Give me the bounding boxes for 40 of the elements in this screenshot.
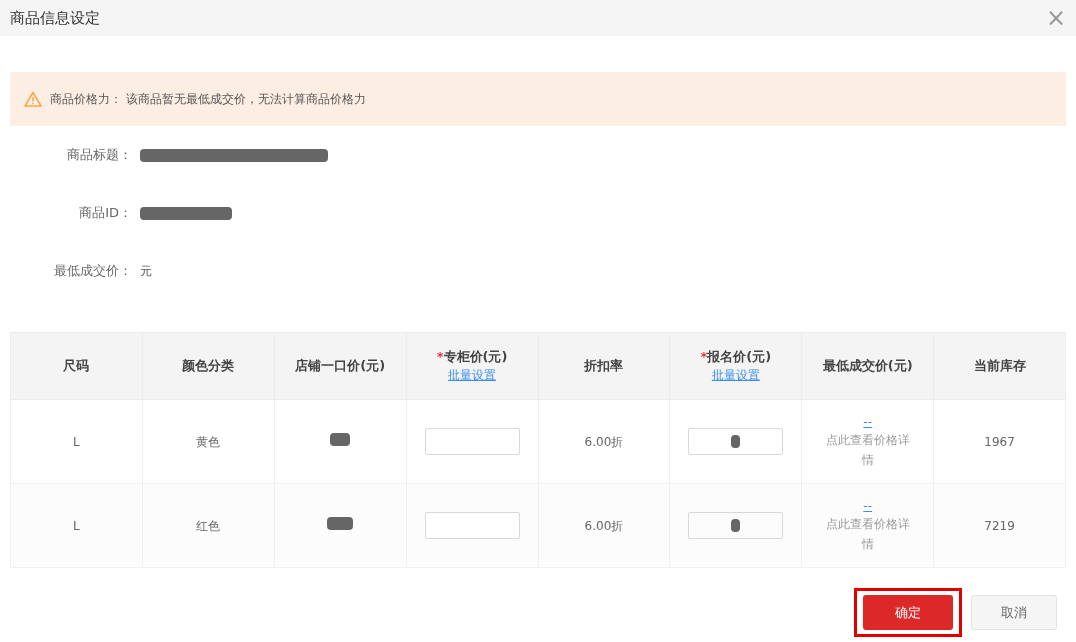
price-detail-hint: 点此查看价格详情: [824, 516, 911, 553]
table-cell-text: L: [73, 434, 80, 449]
column-title: *报名价(元): [700, 349, 772, 365]
field-value: 元: [140, 263, 152, 280]
price-link[interactable]: --: [863, 413, 872, 432]
batch-set-link[interactable]: 批量设置: [448, 368, 497, 382]
field-label: 最低成交价：: [53, 262, 132, 281]
table-cell-text: 1967: [984, 434, 1015, 449]
table-cell-text: L: [73, 518, 80, 533]
batch-set-link[interactable]: 批量设置: [711, 368, 760, 382]
dialog-title: 商品信息设定: [10, 7, 100, 29]
price-input[interactable]: [688, 428, 784, 455]
price-input[interactable]: [424, 512, 520, 539]
redacted-value: [327, 516, 354, 530]
redacted-value: [330, 432, 351, 446]
cancel-button[interactable]: 取消: [971, 595, 1057, 630]
column-title: 最低成交价(元): [822, 358, 913, 374]
table-cell-text: 6.00折: [584, 518, 624, 533]
field-label: 商品标题：: [66, 146, 132, 165]
column-title: 店铺一口价(元): [295, 358, 386, 374]
warning-icon: [24, 91, 42, 107]
close-button[interactable]: ×: [1045, 6, 1066, 30]
column-title: 折扣率: [584, 358, 624, 374]
price-input[interactable]: [424, 428, 520, 455]
warning-message: 商品价格力： 该商品暂无最低成交价，无法计算商品价格力: [50, 91, 366, 108]
price-link[interactable]: --: [863, 497, 872, 516]
confirm-button[interactable]: 确定: [863, 595, 953, 630]
price-input[interactable]: [688, 512, 784, 539]
table-cell-text: 黄色: [196, 434, 221, 449]
price-detail-hint: 点此查看价格详情: [824, 432, 911, 469]
field-label: 商品ID：: [78, 204, 132, 223]
column-title: *专柜价(元): [436, 349, 508, 365]
redacted-value: [731, 435, 741, 448]
table-cell-text: 6.00折: [584, 434, 624, 449]
table-cell-text: 红色: [196, 518, 221, 533]
column-title: 尺码: [63, 358, 90, 374]
redacted-value: [731, 519, 741, 532]
table-cell-text: 7219: [984, 518, 1015, 533]
column-title: 颜色分类: [182, 358, 235, 374]
column-title: 当前库存: [973, 358, 1026, 374]
